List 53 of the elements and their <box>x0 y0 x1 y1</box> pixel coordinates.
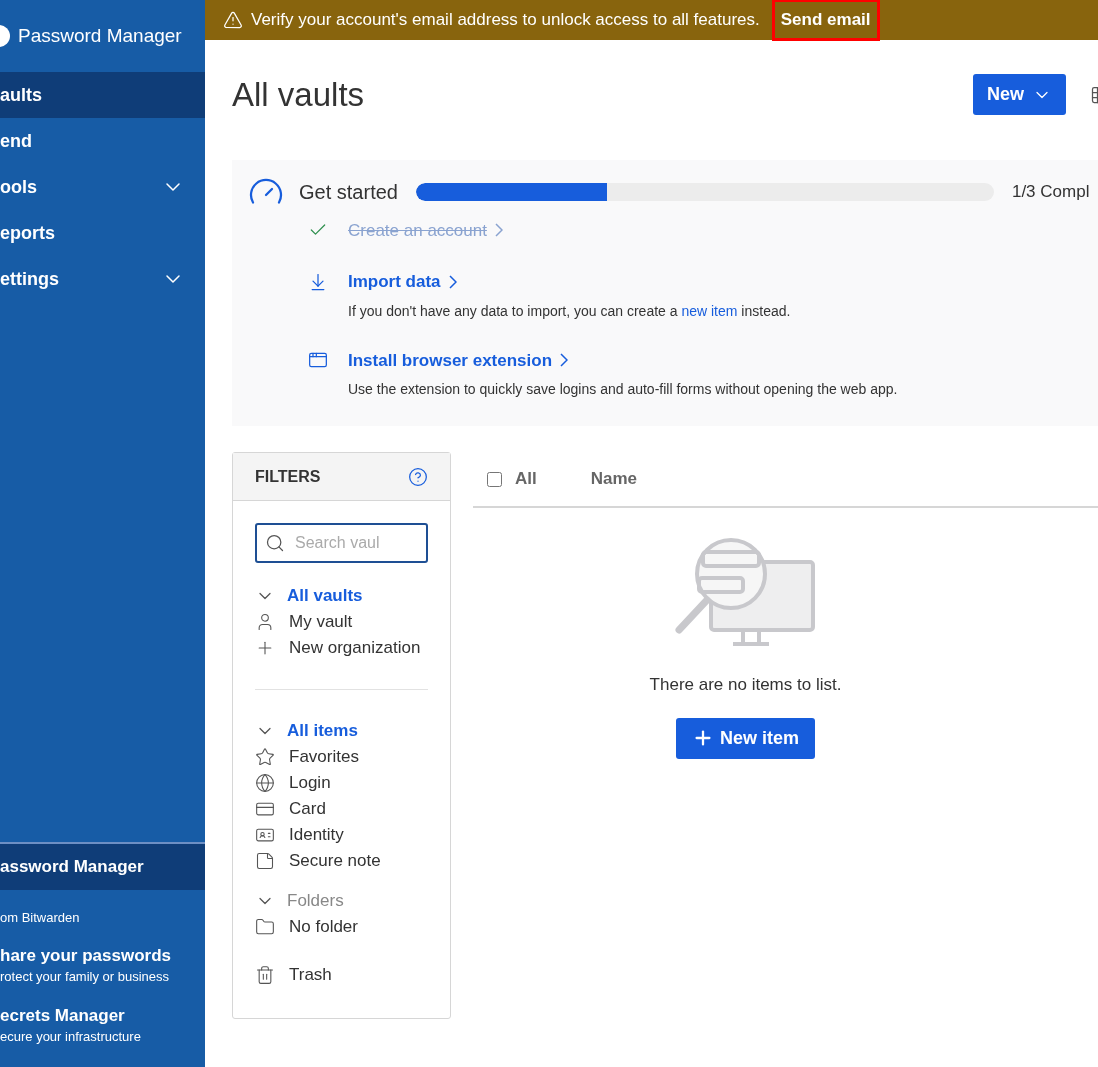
task-link[interactable]: Install browser extension <box>348 347 553 373</box>
note-icon <box>255 851 275 871</box>
filter-item[interactable]: New organization <box>289 635 421 661</box>
product-switcher-current[interactable]: assword Manager <box>0 843 205 890</box>
filter-item[interactable]: Login <box>289 770 331 796</box>
nav-item[interactable]: aults <box>0 72 205 118</box>
filter-section-title[interactable]: Folders <box>287 888 344 914</box>
filter-item[interactable]: Favorites <box>289 744 359 770</box>
trash-icon <box>255 965 275 985</box>
globe-icon <box>255 773 275 793</box>
new-button[interactable]: New <box>973 74 1066 116</box>
select-all-checkbox[interactable] <box>487 471 502 487</box>
empty-message: There are no items to list. <box>649 674 842 696</box>
get-started-title: Get started <box>299 179 398 205</box>
product-subtitle: ecure your infrastructure <box>0 1028 142 1046</box>
new-item-button[interactable]: New item <box>676 717 815 759</box>
chevron-icon <box>560 353 569 368</box>
column-header[interactable]: Name <box>590 466 638 492</box>
send-email-button[interactable]: Send email <box>771 0 880 41</box>
warning-icon <box>223 10 243 30</box>
product-title[interactable]: hare your passwords <box>0 945 205 967</box>
select-all-label: All <box>515 468 537 491</box>
progress-text: 1/3 Compl <box>1011 180 1090 203</box>
folder-icon <box>255 917 275 937</box>
search-field[interactable]: Search vaul <box>255 523 428 563</box>
filter-item[interactable]: Card <box>289 796 326 822</box>
product-title[interactable]: ecrets Manager <box>0 1005 205 1027</box>
task-description: If you don't have any data to import, you can create a new item instead. <box>348 301 792 321</box>
filter-item[interactable]: Trash <box>289 962 332 988</box>
logo-text: Password Manager <box>18 23 182 48</box>
new-item-link[interactable]: new item <box>681 302 738 319</box>
filters-title: FILTERS <box>255 466 321 487</box>
star-icon <box>255 747 275 767</box>
help-icon[interactable] <box>408 466 428 487</box>
filter-item[interactable]: No folder <box>289 914 358 940</box>
nav-item[interactable]: end <box>0 118 205 164</box>
chevron-icon <box>494 223 503 238</box>
product-caption: om Bitwarden <box>0 908 81 927</box>
nav-item[interactable]: ettings <box>0 256 205 302</box>
filter-item[interactable]: My vault <box>289 609 353 635</box>
nav-item[interactable]: eports <box>0 210 205 256</box>
task-description: Use the extension to quickly save logins and auto-fill forms without opening the web app. <box>348 380 899 399</box>
product-subtitle: rotect your family or business <box>0 968 171 986</box>
filter-section-title[interactable]: All items <box>287 718 358 744</box>
filter-section-title[interactable]: All vaults <box>287 583 363 609</box>
page-title: All vaults <box>232 75 365 115</box>
search-icon <box>265 533 285 553</box>
nav-item[interactable]: ools <box>0 164 205 210</box>
task-link[interactable]: Import data <box>348 269 441 295</box>
filter-item[interactable]: Secure note <box>289 848 381 874</box>
chevron-icon <box>448 274 457 289</box>
banner-message: Verify your account's email address to unlock access to all features. <box>251 9 760 32</box>
filter-item[interactable]: Identity <box>289 822 344 848</box>
